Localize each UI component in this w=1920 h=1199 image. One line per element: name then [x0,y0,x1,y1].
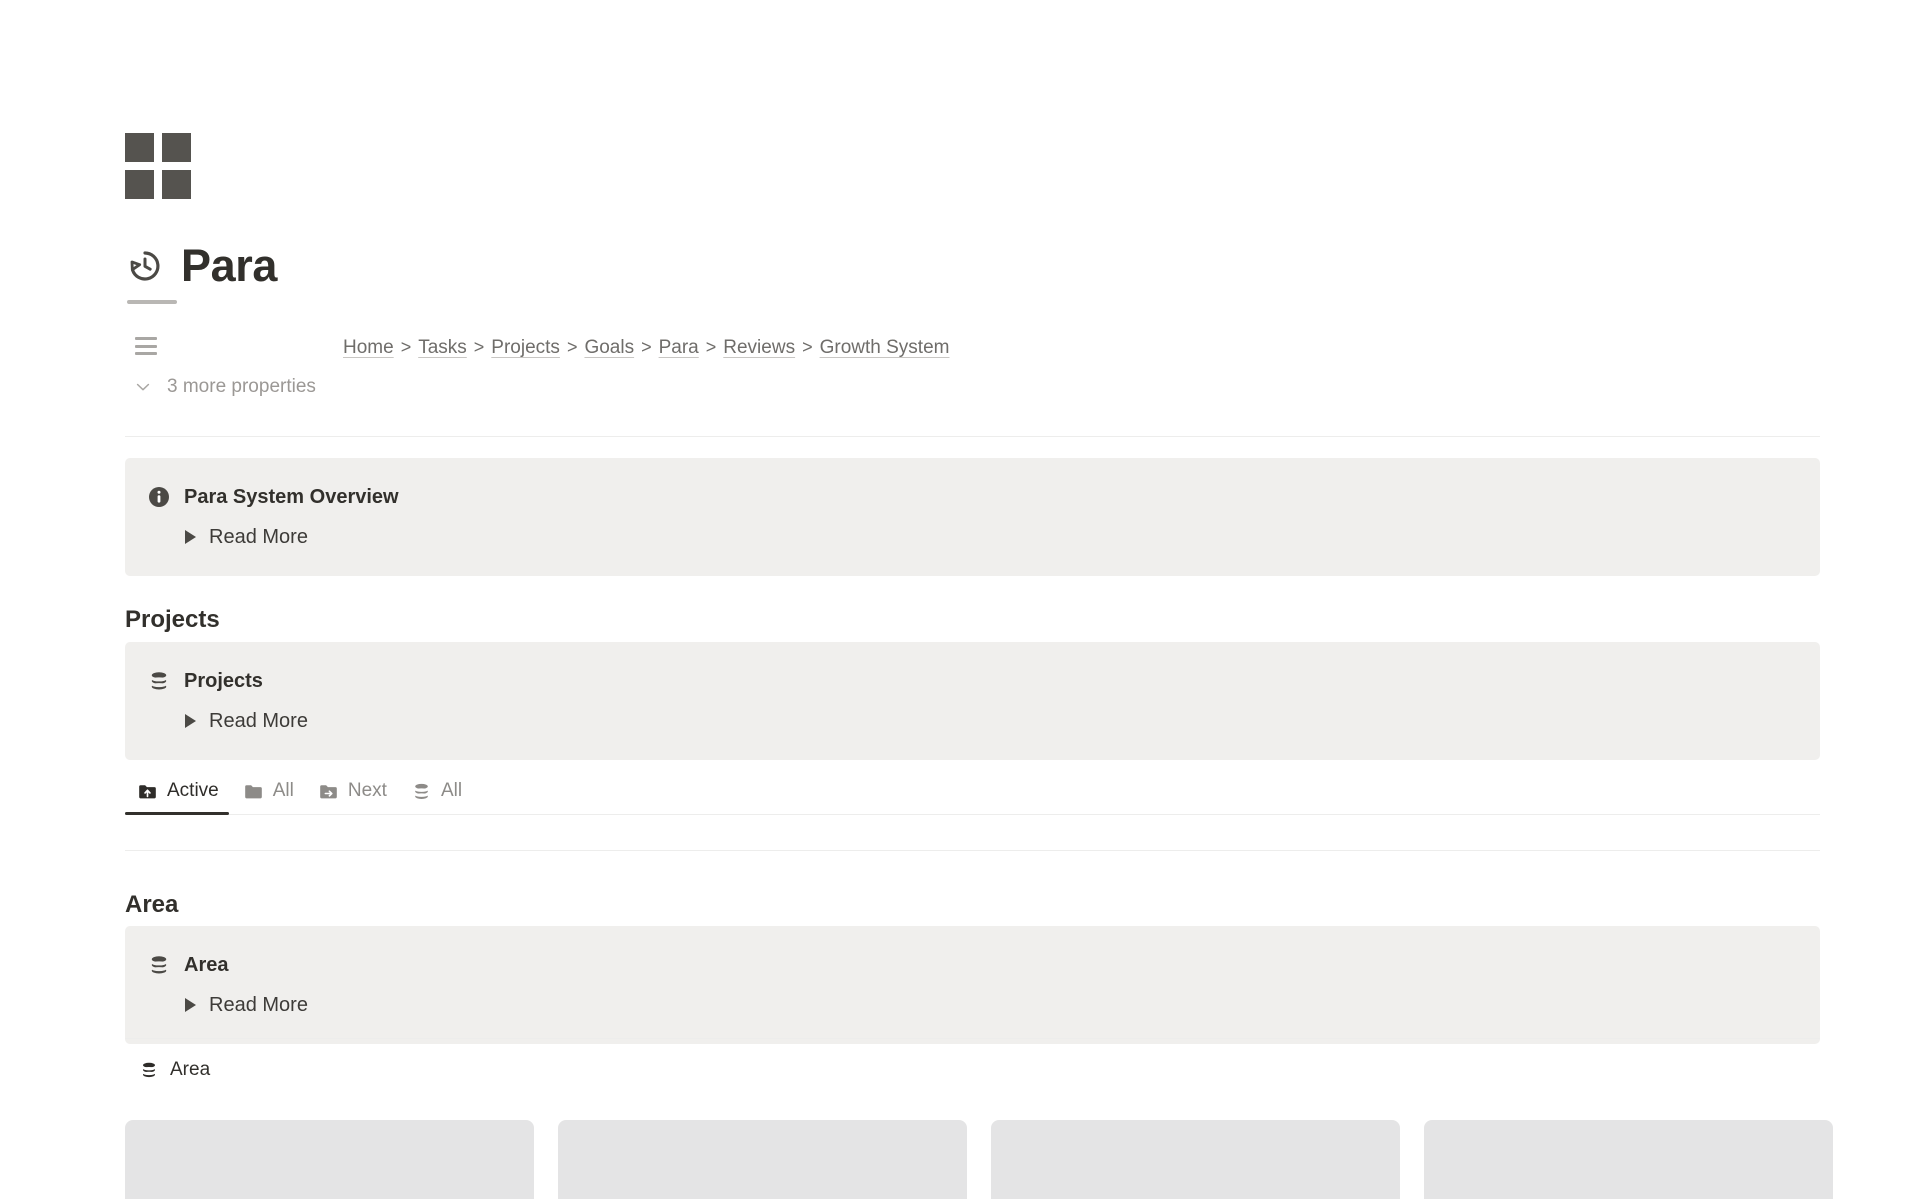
tab-active-indicator [125,812,229,815]
page-logo [125,133,191,199]
breadcrumb-separator: > [705,337,717,357]
database-stack-icon [151,672,167,690]
more-properties-toggle[interactable]: 3 more properties [133,376,316,398]
database-stack-icon [415,783,428,799]
card-placeholder[interactable] [1424,1120,1833,1199]
callout-title: Area [184,954,229,976]
breadcrumb-separator: > [641,337,652,357]
callout-header: Area [125,952,1820,978]
triangle-right-icon [185,530,196,544]
page-title-row: Para [125,238,277,294]
four-square-grid-logo-icon [125,133,191,199]
divider-below-tabs [125,850,1820,851]
breadcrumb-separator: > [400,337,412,357]
logo-square-2 [162,133,191,162]
section-heading-area: Area [125,891,179,918]
callout-projects[interactable]: Projects Read More [125,642,1820,760]
read-more-toggle[interactable]: Read More [125,524,1820,550]
read-more-toggle[interactable]: Read More [125,992,1820,1018]
folder-up-icon [139,784,156,798]
card-placeholder[interactable] [991,1120,1400,1199]
callout-para-system-overview[interactable]: Para System Overview Read More [125,458,1820,576]
read-more-label: Read More [209,994,308,1016]
tab-label: Active [167,780,219,801]
callout-header: Para System Overview [125,484,1820,510]
more-properties-label: 3 more properties [167,376,316,397]
breadcrumb-item-projects[interactable]: Projects [491,335,560,361]
view-tabs: Active All Next All [125,774,1820,816]
breadcrumb-item-para[interactable]: Para [659,335,699,361]
database-stack-icon [143,1062,155,1078]
breadcrumb: Home > Tasks > Projects > Goals > Para >… [343,334,949,361]
divider-above-database-view [125,1038,1820,1039]
tab-all-folder[interactable]: All [231,774,306,808]
chevron-down-icon [136,383,150,391]
tabs-bottom-rule [125,814,1820,815]
card-placeholder[interactable] [125,1120,534,1199]
logo-square-1 [125,133,154,162]
logo-square-3 [125,170,154,199]
database-view-title[interactable]: Area [139,1058,210,1082]
folder-arrow-right-icon [320,784,337,798]
tab-label: All [272,780,294,801]
clock-rotate-left-icon [130,251,160,281]
page-title: Para [181,240,277,291]
breadcrumb-separator: > [802,337,813,357]
tab-active[interactable]: Active [125,774,231,808]
callout-header: Projects [125,668,1820,694]
callout-title: Projects [184,670,263,692]
breadcrumb-separator: > [566,337,578,357]
tab-next[interactable]: Next [306,774,399,808]
hamburger-menu-icon[interactable] [135,337,157,355]
breadcrumb-item-tasks[interactable]: Tasks [418,335,467,361]
card-placeholder[interactable] [558,1120,967,1199]
triangle-right-icon [185,714,196,728]
breadcrumb-item-home[interactable]: Home [343,335,394,361]
read-more-toggle[interactable]: Read More [125,708,1820,734]
divider-above-overview [125,436,1820,437]
read-more-label: Read More [209,710,308,732]
breadcrumb-item-reviews[interactable]: Reviews [723,335,795,361]
logo-square-4 [162,170,191,199]
breadcrumb-row: Home > Tasks > Projects > Goals > Para >… [125,334,1820,362]
section-heading-projects: Projects [125,606,220,633]
tab-label: Next [347,780,387,801]
breadcrumb-item-goals[interactable]: Goals [584,335,634,361]
callout-title: Para System Overview [184,486,399,508]
card-grid [125,1120,1833,1199]
title-accent-underline [127,300,177,304]
triangle-right-icon [185,998,196,1012]
read-more-label: Read More [209,526,308,548]
database-view-label: Area [170,1059,211,1080]
folder-icon [244,784,262,798]
page-root: Para Home > Tasks > Projects > Goals > P… [0,0,1920,1199]
tab-label: All [440,780,463,801]
info-circle-icon [149,487,169,507]
callout-area[interactable]: Area Read More [125,926,1820,1044]
database-stack-icon [151,956,167,974]
tab-all-database[interactable]: All [399,774,474,808]
breadcrumb-separator: > [473,337,485,357]
breadcrumb-item-growth-system[interactable]: Growth System [820,335,950,361]
